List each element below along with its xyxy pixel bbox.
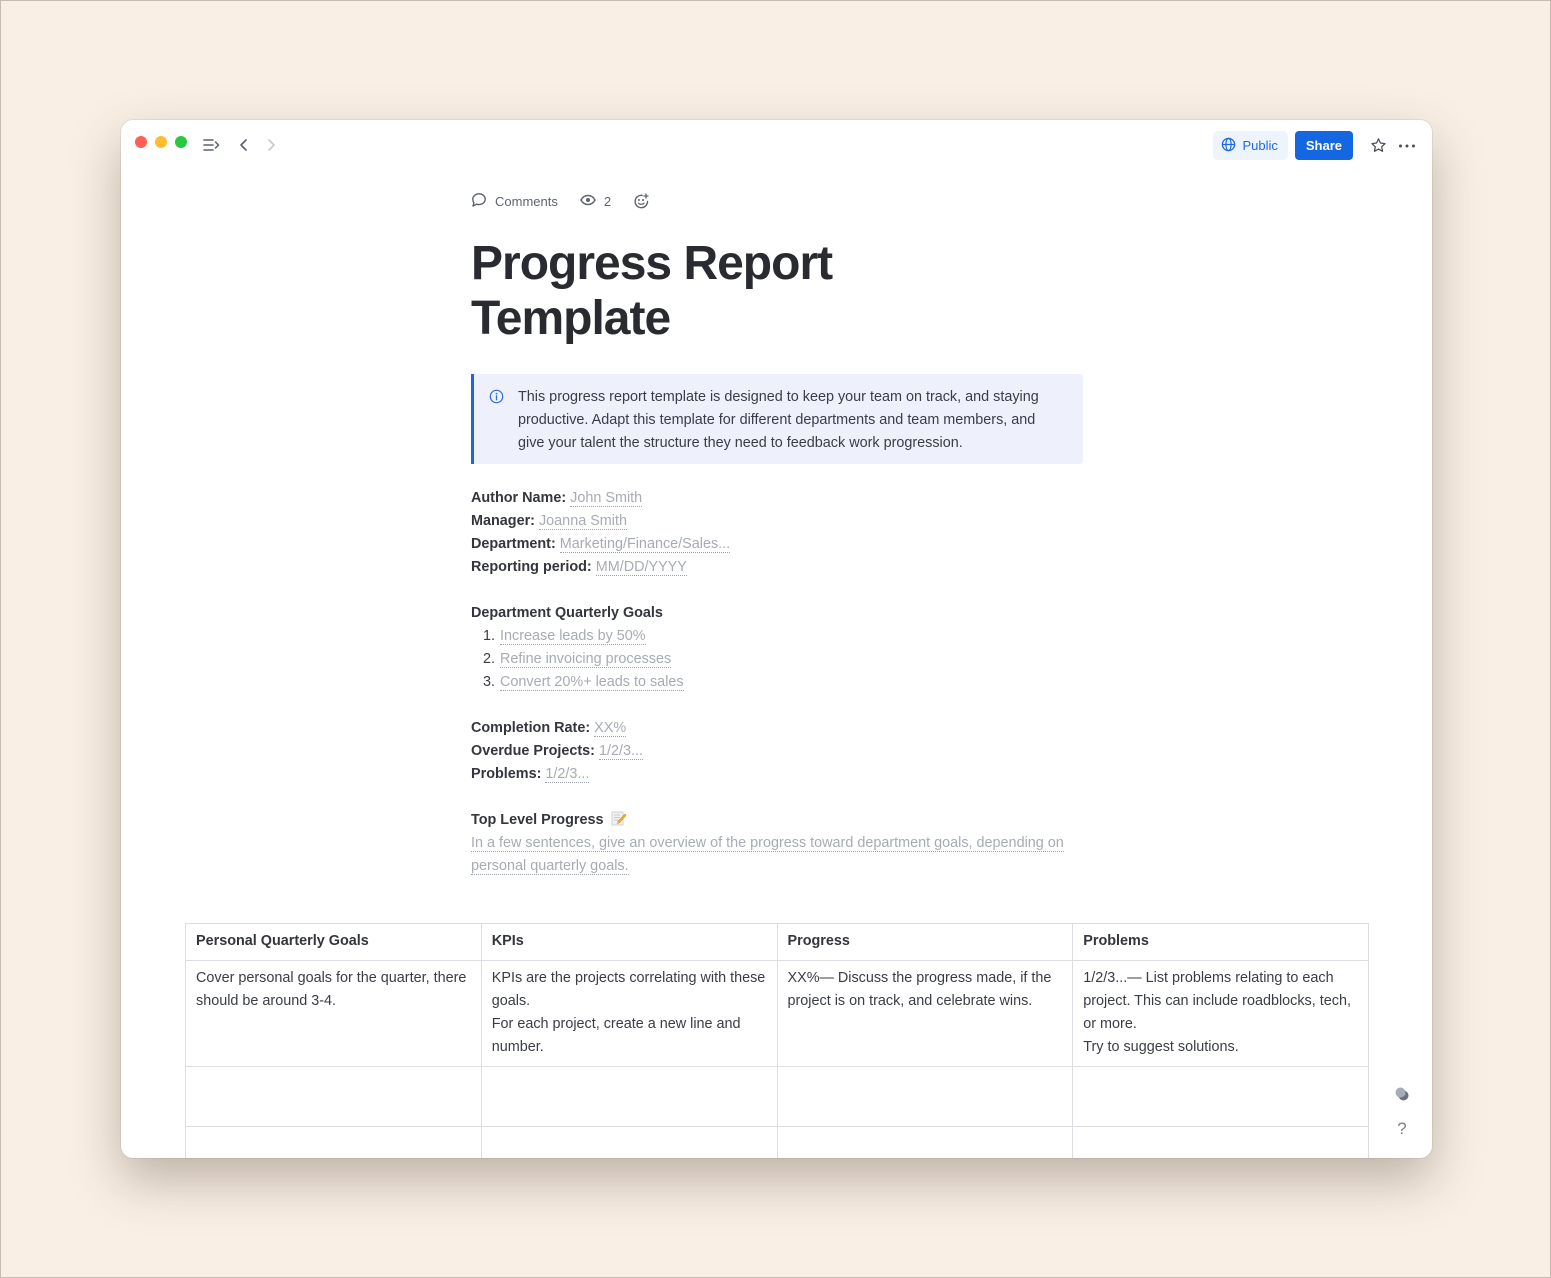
problems-value[interactable]: 1/2/3...: [545, 766, 590, 783]
comment-icon: [471, 192, 487, 211]
doc-meta-bar: Comments 2: [471, 192, 650, 211]
report-info-fields: Author Name: John Smith Manager: Joanna …: [471, 487, 731, 579]
table-header-cell[interactable]: Problems: [1072, 923, 1369, 961]
share-button[interactable]: Share: [1294, 131, 1353, 160]
theme-toggle-icon[interactable]: [1394, 1086, 1410, 1107]
callout-text: This progress report template is designe…: [518, 389, 1039, 451]
add-reaction-icon[interactable]: [633, 193, 650, 210]
table: Personal Quarterly Goals KPIs Progress P…: [185, 923, 1369, 1158]
department-goals-section: Department Quarterly Goals 1. Increase le…: [471, 602, 684, 694]
field-reporting-period: Reporting period: MM/DD/YYYY: [471, 559, 687, 576]
table-cell[interactable]: [1072, 1066, 1369, 1127]
table-header-row: Personal Quarterly Goals KPIs Progress P…: [185, 923, 1369, 961]
table-row: Cover personal goals for the quarter, th…: [185, 960, 1369, 1067]
manager-value[interactable]: Joanna Smith: [538, 513, 627, 530]
minimize-window-button[interactable]: [155, 136, 167, 148]
views-count: 2: [603, 194, 612, 209]
table-cell[interactable]: [480, 1126, 778, 1158]
goal-text[interactable]: Convert 20%+ leads to sales: [500, 674, 684, 691]
goals-list: 1. Increase leads by 50% 2. Refine invoici…: [471, 625, 684, 694]
top-level-heading: Top Level Progress: [471, 809, 1083, 832]
metrics-fields: Completion Rate: XX% Overdue Projects: 1…: [471, 717, 643, 786]
memo-icon: [611, 811, 627, 826]
goal-text[interactable]: Refine invoicing processes: [500, 651, 672, 668]
goals-table: Personal Quarterly Goals KPIs Progress P…: [185, 923, 1369, 1158]
table-header-cell[interactable]: Personal Quarterly Goals: [185, 923, 482, 961]
field-problems: Problems: 1/2/3...: [471, 766, 590, 783]
comments-button[interactable]: Comments: [471, 192, 558, 211]
page-title: Progress Report Template: [471, 237, 833, 345]
field-overdue-projects: Overdue Projects: 1/2/3...: [471, 743, 643, 760]
table-row: [185, 1066, 1369, 1127]
table-cell[interactable]: XX%— Discuss the progress made, if the p…: [776, 960, 1074, 1067]
info-callout: This progress report template is designe…: [471, 374, 1083, 464]
field-author-name: Author Name: John Smith: [471, 490, 643, 507]
table-cell[interactable]: [776, 1066, 1074, 1127]
toolbar-actions: Public Share: [1213, 131, 1418, 160]
table-cell[interactable]: 1/2/3...— List problems relating to each…: [1072, 960, 1369, 1067]
app-window: Public Share Comments 2 Progress Report …: [121, 120, 1432, 1158]
star-icon[interactable]: [1367, 135, 1389, 157]
table-cell[interactable]: [185, 1126, 482, 1158]
comments-label: Comments: [495, 194, 558, 209]
info-icon: [489, 389, 504, 412]
corner-tools: ?: [1394, 1086, 1410, 1139]
top-level-text[interactable]: In a few sentences, give an overview of …: [471, 832, 1083, 878]
sidebar-toggle-icon[interactable]: [203, 138, 220, 152]
public-label: Public: [1242, 138, 1278, 153]
list-item: 2. Refine invoicing processes: [483, 651, 672, 668]
eye-icon: [580, 194, 596, 209]
department-value[interactable]: Marketing/Finance/Sales...: [559, 536, 731, 553]
table-row: [185, 1126, 1369, 1158]
zoom-window-button[interactable]: [175, 136, 187, 148]
list-item: 3. Convert 20%+ leads to sales: [483, 674, 684, 691]
field-manager: Manager: Joanna Smith: [471, 513, 627, 530]
table-header-cell[interactable]: KPIs: [480, 923, 778, 961]
field-completion-rate: Completion Rate: XX%: [471, 720, 627, 737]
table-cell[interactable]: [1072, 1126, 1369, 1158]
goal-text[interactable]: Increase leads by 50%: [500, 628, 646, 645]
window-controls: [135, 136, 187, 148]
field-department: Department: Marketing/Finance/Sales...: [471, 536, 731, 553]
table-cell[interactable]: [776, 1126, 1074, 1158]
table-cell[interactable]: [185, 1066, 482, 1127]
table-cell[interactable]: [480, 1066, 778, 1127]
reporting-period-value[interactable]: MM/DD/YYYY: [595, 559, 687, 576]
top-level-progress-section: Top Level Progress In a few sentences, g…: [471, 809, 1083, 878]
help-button[interactable]: ?: [1397, 1119, 1406, 1139]
views-indicator[interactable]: 2: [580, 194, 611, 209]
overdue-projects-value[interactable]: 1/2/3...: [598, 743, 643, 760]
completion-rate-value[interactable]: XX%: [594, 720, 627, 737]
close-window-button[interactable]: [135, 136, 147, 148]
list-item: 1. Increase leads by 50%: [483, 628, 646, 645]
table-cell[interactable]: KPIs are the projects correlating with t…: [480, 960, 778, 1067]
chevron-left-icon[interactable]: [239, 138, 249, 152]
globe-icon: [1221, 137, 1236, 155]
goals-heading: Department Quarterly Goals: [471, 605, 663, 621]
more-icon[interactable]: [1396, 135, 1418, 157]
chevron-right-icon[interactable]: [266, 138, 276, 152]
table-header-cell[interactable]: Progress: [776, 923, 1074, 961]
public-button[interactable]: Public: [1213, 131, 1288, 160]
table-cell[interactable]: Cover personal goals for the quarter, th…: [185, 960, 482, 1067]
author-name-value[interactable]: John Smith: [570, 490, 643, 507]
